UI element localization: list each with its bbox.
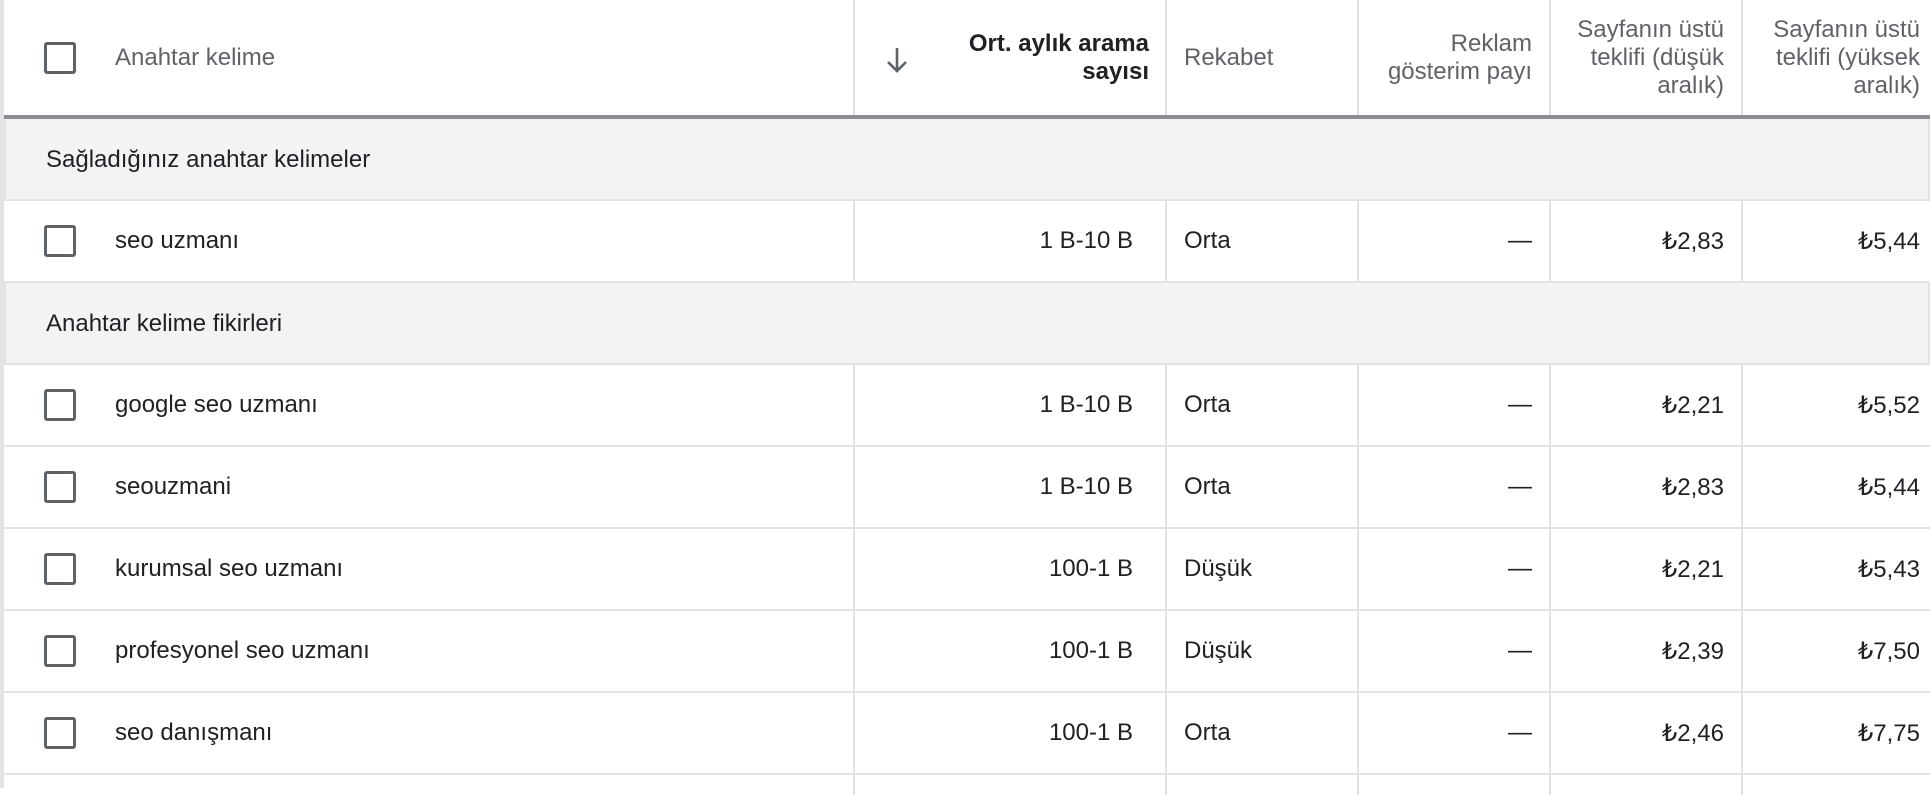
table-row[interactable]: seouzmani 1 B-10 B Orta — ₺2,83 ₺5,44 [4, 447, 1930, 529]
header-keyword-label: Anahtar kelime [115, 43, 276, 71]
table-row[interactable]: seo uzmanı 1 B-10 B Orta — ₺2,83 ₺5,44 [4, 201, 1930, 283]
avg-searches-value: 100-1 B [1048, 637, 1133, 664]
header-top-bid-low[interactable]: Sayfanın üstü teklifi (düşük aralık) [1551, 0, 1743, 115]
row-checkbox[interactable] [44, 553, 76, 585]
impression-share-value: — [1508, 555, 1532, 582]
impression-share-value: — [1508, 473, 1532, 500]
top-bid-low-value: ₺2,21 [1662, 391, 1724, 419]
group-keyword-ideas: Anahtar kelime fikirleri [4, 283, 1930, 365]
avg-searches-value: 100-1 B [1048, 555, 1133, 582]
top-bid-low-value: ₺2,21 [1662, 555, 1724, 583]
top-bid-high-value: ₺5,44 [1858, 227, 1920, 255]
group-provided-keywords: Sağladığınız anahtar kelimeler [4, 119, 1930, 201]
top-bid-high-value: ₺7,50 [1858, 637, 1920, 665]
header-impression-share-label: Reklam gösterim payı [1387, 29, 1532, 85]
table-row[interactable]: google seo uzmanı 1 B-10 B Orta — ₺2,21 … [4, 365, 1930, 447]
table-row-partial [4, 775, 1930, 795]
keyword-text: seouzmani [115, 473, 232, 500]
group-label: Sağladığınız anahtar kelimeler [46, 146, 371, 173]
header-keyword[interactable]: Anahtar kelime [4, 0, 855, 115]
header-top-bid-high-label: Sayfanın üstü teklifi (yüksek aralık) [1773, 15, 1920, 99]
keyword-text: google seo uzmanı [115, 391, 318, 418]
competition-value: Orta [1184, 719, 1231, 746]
header-top-bid-low-label: Sayfanın üstü teklifi (düşük aralık) [1577, 15, 1724, 99]
group-label: Anahtar kelime fikirleri [46, 310, 283, 337]
keyword-text: kurumsal seo uzmanı [115, 555, 344, 582]
avg-searches-value: 100-1 B [1048, 719, 1133, 746]
header-avg-searches-label: Ort. aylık arama sayısı [968, 29, 1149, 85]
header-competition[interactable]: Rekabet [1167, 0, 1359, 115]
select-all-checkbox[interactable] [44, 42, 76, 74]
row-checkbox[interactable] [44, 471, 76, 503]
competition-value: Orta [1184, 473, 1231, 500]
top-bid-high-value: ₺5,44 [1858, 473, 1920, 501]
top-bid-high-value: ₺7,75 [1858, 719, 1920, 747]
impression-share-value: — [1508, 391, 1532, 418]
top-bid-low-value: ₺2,83 [1662, 473, 1724, 501]
competition-value: Orta [1184, 391, 1231, 418]
table-header: Anahtar kelime Ort. aylık arama sayısı R… [4, 0, 1930, 119]
competition-value: Düşük [1184, 555, 1253, 582]
keyword-ideas-table: Anahtar kelime Ort. aylık arama sayısı R… [4, 0, 1930, 795]
top-bid-low-value: ₺2,83 [1662, 227, 1724, 255]
header-top-bid-high[interactable]: Sayfanın üstü teklifi (yüksek aralık) [1743, 0, 1930, 115]
keyword-text: profesyonel seo uzmanı [115, 637, 370, 664]
top-bid-low-value: ₺2,46 [1662, 719, 1724, 747]
competition-value: Orta [1184, 227, 1231, 254]
top-bid-low-value: ₺2,39 [1662, 637, 1724, 665]
header-avg-searches[interactable]: Ort. aylık arama sayısı [855, 0, 1167, 115]
arrow-down-icon[interactable] [885, 46, 909, 74]
keyword-text: seo danışmanı [115, 719, 273, 746]
top-bid-high-value: ₺5,43 [1858, 555, 1920, 583]
row-checkbox[interactable] [44, 225, 76, 257]
avg-searches-value: 1 B-10 B [1039, 227, 1133, 254]
avg-searches-value: 1 B-10 B [1039, 473, 1133, 500]
competition-value: Düşük [1184, 637, 1253, 664]
row-checkbox[interactable] [44, 635, 76, 667]
row-checkbox[interactable] [44, 389, 76, 421]
row-checkbox[interactable] [44, 717, 76, 749]
table-row[interactable]: kurumsal seo uzmanı 100-1 B Düşük — ₺2,2… [4, 529, 1930, 611]
impression-share-value: — [1508, 227, 1532, 254]
impression-share-value: — [1508, 719, 1532, 746]
header-competition-label: Rekabet [1184, 43, 1274, 71]
impression-share-value: — [1508, 637, 1532, 664]
header-impression-share[interactable]: Reklam gösterim payı [1359, 0, 1551, 115]
keyword-text: seo uzmanı [115, 227, 240, 254]
table-row[interactable]: seo danışmanı 100-1 B Orta — ₺2,46 ₺7,75 [4, 693, 1930, 775]
table-row[interactable]: profesyonel seo uzmanı 100-1 B Düşük — ₺… [4, 611, 1930, 693]
top-bid-high-value: ₺5,52 [1858, 391, 1920, 419]
avg-searches-value: 1 B-10 B [1039, 391, 1133, 418]
